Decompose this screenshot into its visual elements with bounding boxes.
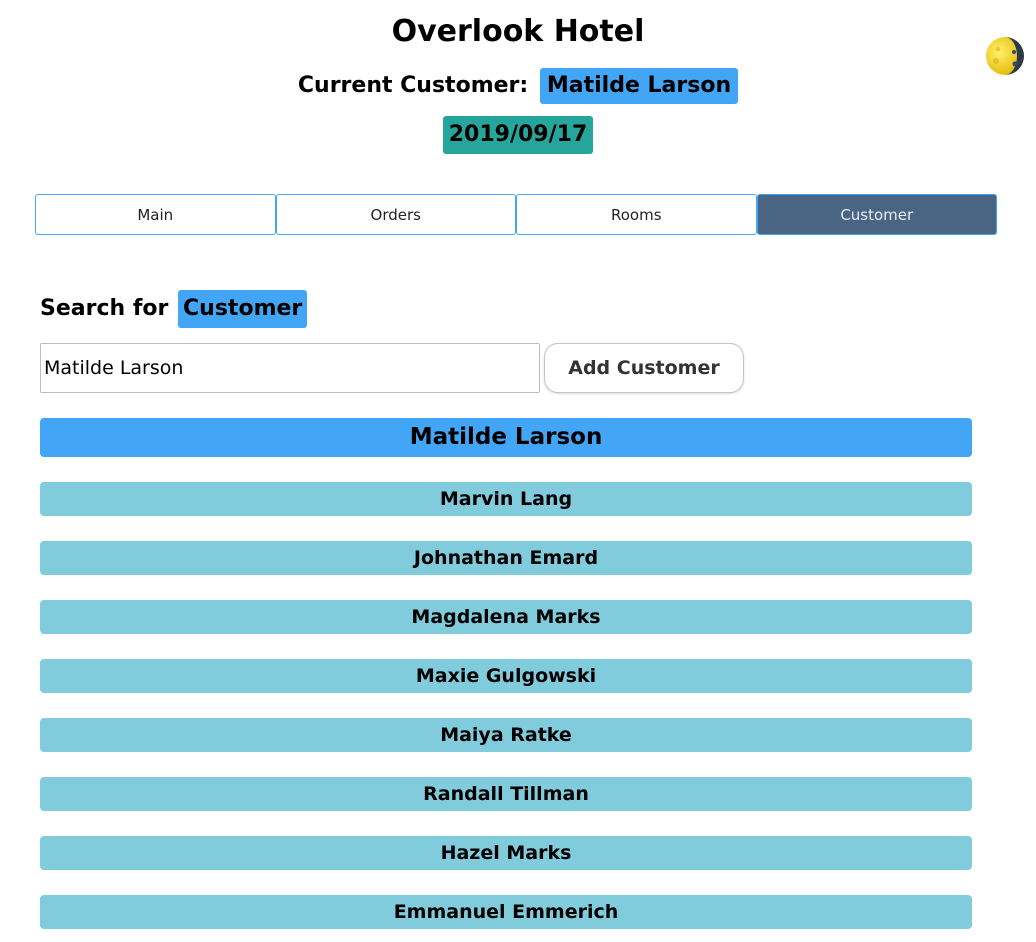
date-row: 2019/09/17	[0, 116, 1036, 154]
customer-list-item[interactable]: Randall Tillman	[40, 777, 972, 811]
customer-list-item[interactable]: Maxie Gulgowski	[40, 659, 972, 693]
current-date-badge: 2019/09/17	[442, 116, 594, 154]
customer-list-item[interactable]: Marvin Lang	[40, 482, 972, 516]
search-heading-prefix: Search for	[40, 296, 169, 321]
app-title: Overlook Hotel	[391, 14, 645, 49]
search-heading-highlight: Customer	[178, 290, 308, 328]
search-heading: Search for Customer	[40, 290, 308, 328]
current-customer-name: Matilde Larson	[539, 68, 739, 104]
moon-phase-icon[interactable]	[984, 35, 1026, 77]
main-tabs: Main Orders Rooms Customer	[35, 194, 997, 235]
customer-list-item[interactable]: Emmanuel Emmerich	[40, 895, 972, 929]
tab-main[interactable]: Main	[35, 194, 276, 235]
customer-search-input[interactable]	[40, 343, 540, 393]
customer-list-item[interactable]: Johnathan Emard	[40, 541, 972, 575]
current-customer-label: Current Customer:	[297, 73, 529, 98]
customer-list-item[interactable]: Hazel Marks	[40, 836, 972, 870]
current-customer-row: Current Customer: Matilde Larson	[0, 68, 1036, 104]
page: Overlook Hotel Current Customer: Matilde…	[0, 0, 1036, 942]
tab-rooms[interactable]: Rooms	[516, 194, 757, 235]
tab-orders[interactable]: Orders	[275, 194, 516, 235]
customer-list-item[interactable]: Maiya Ratke	[40, 718, 972, 752]
add-customer-button[interactable]: Add Customer	[544, 343, 744, 393]
selected-customer-item[interactable]: Matilde Larson	[40, 418, 972, 457]
customer-list-item[interactable]: Magdalena Marks	[40, 600, 972, 634]
customer-list: Matilde Larson Marvin Lang Johnathan Ema…	[40, 418, 972, 942]
tab-customer[interactable]: Customer	[756, 194, 997, 235]
